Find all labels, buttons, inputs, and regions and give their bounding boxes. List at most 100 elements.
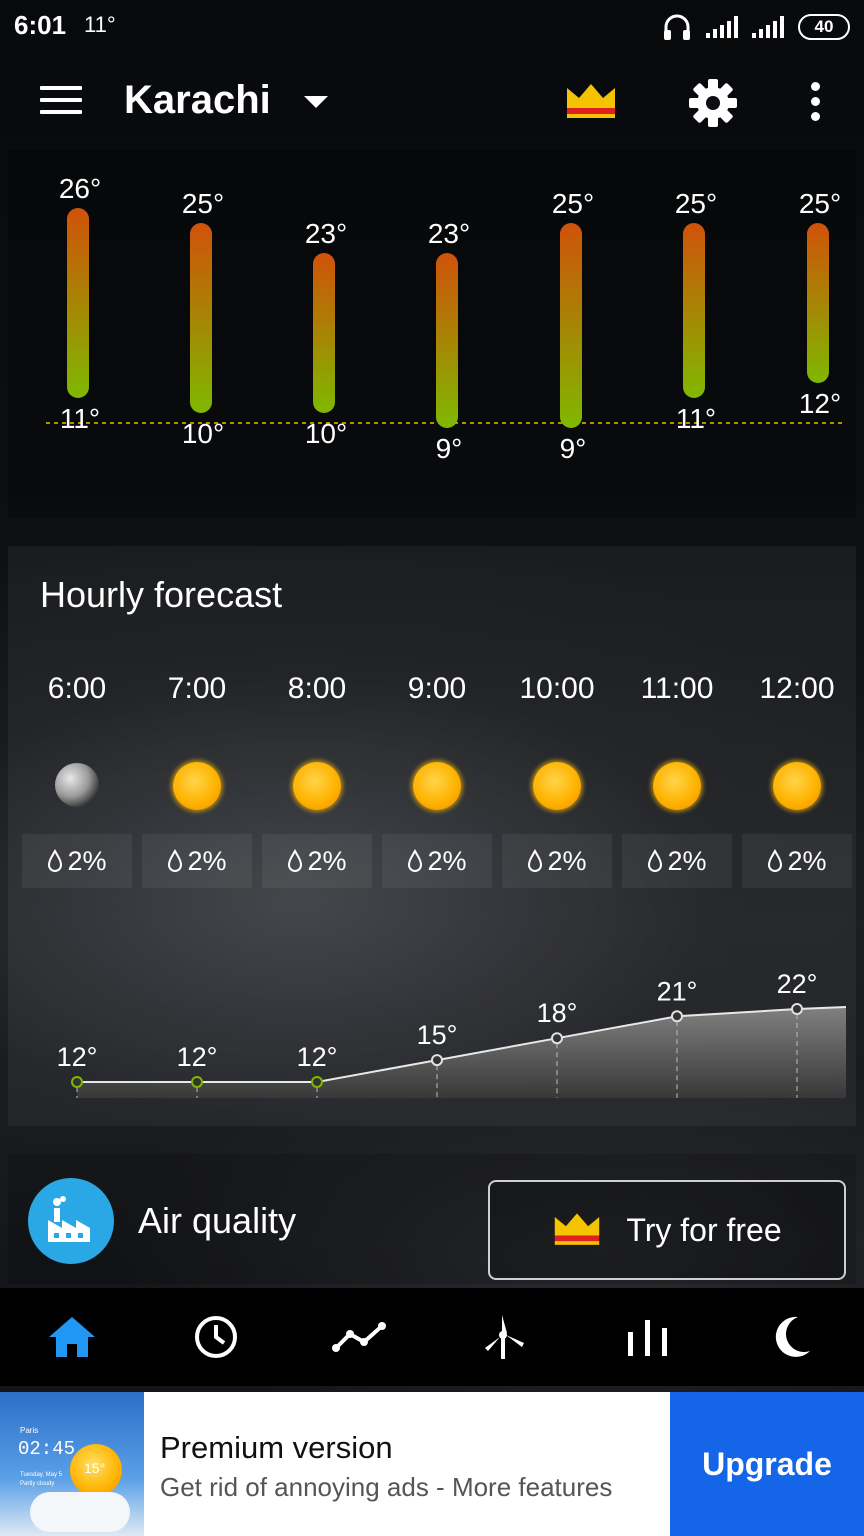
ad-image-temp: 15° xyxy=(84,1460,106,1476)
status-temperature: 11° xyxy=(84,12,116,37)
menu-icon[interactable] xyxy=(40,86,82,118)
hourly-temp-label: 18° xyxy=(537,998,578,1028)
precipitation-chip: 2% xyxy=(142,834,252,888)
daily-low-label: 9° xyxy=(436,433,463,464)
daily-low-label: 10° xyxy=(305,418,347,449)
air-quality-label: Air quality xyxy=(138,1200,297,1241)
try-for-free-button[interactable]: Try for free xyxy=(488,1180,846,1280)
moon-icon xyxy=(55,763,99,807)
gear-icon[interactable] xyxy=(688,78,738,128)
temperature-point xyxy=(191,1076,203,1088)
precipitation-chip: 2% xyxy=(262,834,372,888)
daily-high-label: 25° xyxy=(675,188,717,219)
temperature-point xyxy=(71,1076,83,1088)
daily-temp-bar xyxy=(313,253,335,413)
trend-icon xyxy=(332,1322,386,1352)
daily-temp-bar xyxy=(190,223,212,413)
precipitation-value: 2% xyxy=(187,845,227,876)
ad-title: Premium version xyxy=(160,1430,393,1465)
precipitation-value: 2% xyxy=(307,845,347,876)
hourly-time: 9:00 xyxy=(407,672,467,705)
sun-icon xyxy=(293,762,341,810)
hourly-temp-label: 21° xyxy=(657,976,698,1006)
raindrop-icon xyxy=(408,849,423,872)
daily-forecast-panel: 26° 11° 25° 10° 23° 10° 23° 9° 25° 9° 25° 11° 25° 12° xyxy=(8,150,856,518)
hourly-temp-label: 22° xyxy=(777,969,818,999)
precipitation-chip: 2% xyxy=(382,834,492,888)
factory-icon xyxy=(28,1178,114,1264)
daily-low-label: 11° xyxy=(676,403,716,434)
precipitation-value: 2% xyxy=(667,845,707,876)
signal-icon-2 xyxy=(752,16,784,38)
nav-stats[interactable] xyxy=(576,1288,720,1386)
precipitation-value: 2% xyxy=(547,845,587,876)
hourly-temp-label: 12° xyxy=(297,1042,338,1072)
raindrop-icon xyxy=(288,849,303,872)
temperature-point xyxy=(431,1054,443,1067)
daily-low-label: 10° xyxy=(182,418,224,449)
crown-icon[interactable] xyxy=(564,82,618,122)
nav-wind[interactable] xyxy=(432,1288,576,1386)
raindrop-icon xyxy=(48,849,63,872)
nav-hourly[interactable] xyxy=(144,1288,288,1386)
hourly-time: 10:00 xyxy=(519,672,595,705)
raindrop-icon xyxy=(528,849,543,872)
status-time: 6:01 xyxy=(14,10,67,40)
hourly-temp-label: 15° xyxy=(417,1020,458,1050)
raindrop-icon xyxy=(768,849,783,872)
more-options-icon[interactable] xyxy=(808,82,822,127)
sun-icon xyxy=(533,762,581,810)
daily-temp-bar xyxy=(683,223,705,398)
clock-icon xyxy=(195,1316,237,1358)
temperature-point xyxy=(551,1032,563,1045)
sun-icon xyxy=(413,762,461,810)
hourly-forecast-title: Hourly forecast xyxy=(40,574,283,615)
signal-icon xyxy=(706,16,738,38)
precipitation-value: 2% xyxy=(787,845,827,876)
daily-low-label: 12° xyxy=(799,388,841,419)
ad-image-time: 02:45 xyxy=(18,1438,76,1460)
daily-high-label: 23° xyxy=(305,218,347,249)
nav-home[interactable] xyxy=(0,1288,144,1386)
raindrop-icon xyxy=(168,849,183,872)
nav-night[interactable] xyxy=(720,1288,864,1386)
battery-icon: 40 xyxy=(798,14,850,40)
bars-icon xyxy=(628,1320,667,1356)
sun-icon xyxy=(653,762,701,810)
precipitation-chip: 2% xyxy=(742,834,852,888)
headphones-icon xyxy=(664,14,690,40)
sun-icon xyxy=(173,762,221,810)
app-bar: Karachi xyxy=(0,54,864,150)
precipitation-value: 2% xyxy=(427,845,467,876)
daily-low-label: 9° xyxy=(560,433,587,464)
daily-temp-bar xyxy=(436,253,458,428)
bottom-navigation xyxy=(0,1288,864,1386)
precipitation-chip: 2% xyxy=(502,834,612,888)
ad-image-city: Paris xyxy=(20,1426,39,1435)
temperature-point xyxy=(311,1076,323,1088)
sun-icon xyxy=(773,762,821,810)
precipitation-chip: 2% xyxy=(622,834,732,888)
daily-high-label: 25° xyxy=(552,188,594,219)
ad-subtitle: Get rid of annoying ads - More features xyxy=(160,1472,613,1502)
upgrade-button[interactable]: Upgrade xyxy=(670,1392,864,1536)
ad-image: Paris 02:45 Tuesday, May 5 Partly cloudy… xyxy=(0,1392,144,1536)
cloud-icon xyxy=(30,1492,130,1532)
city-name[interactable]: Karachi xyxy=(124,78,271,123)
hourly-time: 11:00 xyxy=(640,672,714,705)
crown-icon xyxy=(555,1213,600,1245)
daily-temp-bar xyxy=(807,223,829,383)
try-for-free-label: Try for free xyxy=(626,1211,782,1248)
precipitation-value: 2% xyxy=(67,845,107,876)
chevron-down-icon[interactable] xyxy=(304,96,328,108)
temperature-point xyxy=(671,1010,683,1023)
hourly-time: 12:00 xyxy=(759,672,835,705)
moon-icon xyxy=(775,1316,810,1357)
ad-banner[interactable]: Paris 02:45 Tuesday, May 5 Partly cloudy… xyxy=(0,1392,864,1536)
nav-graph[interactable] xyxy=(288,1288,432,1386)
temperature-point xyxy=(791,1003,803,1015)
home-icon xyxy=(49,1317,95,1357)
hourly-temp-label: 12° xyxy=(57,1042,98,1072)
status-bar: 6:01 11° 40 xyxy=(0,0,864,54)
status-icons: 40 xyxy=(662,10,850,44)
